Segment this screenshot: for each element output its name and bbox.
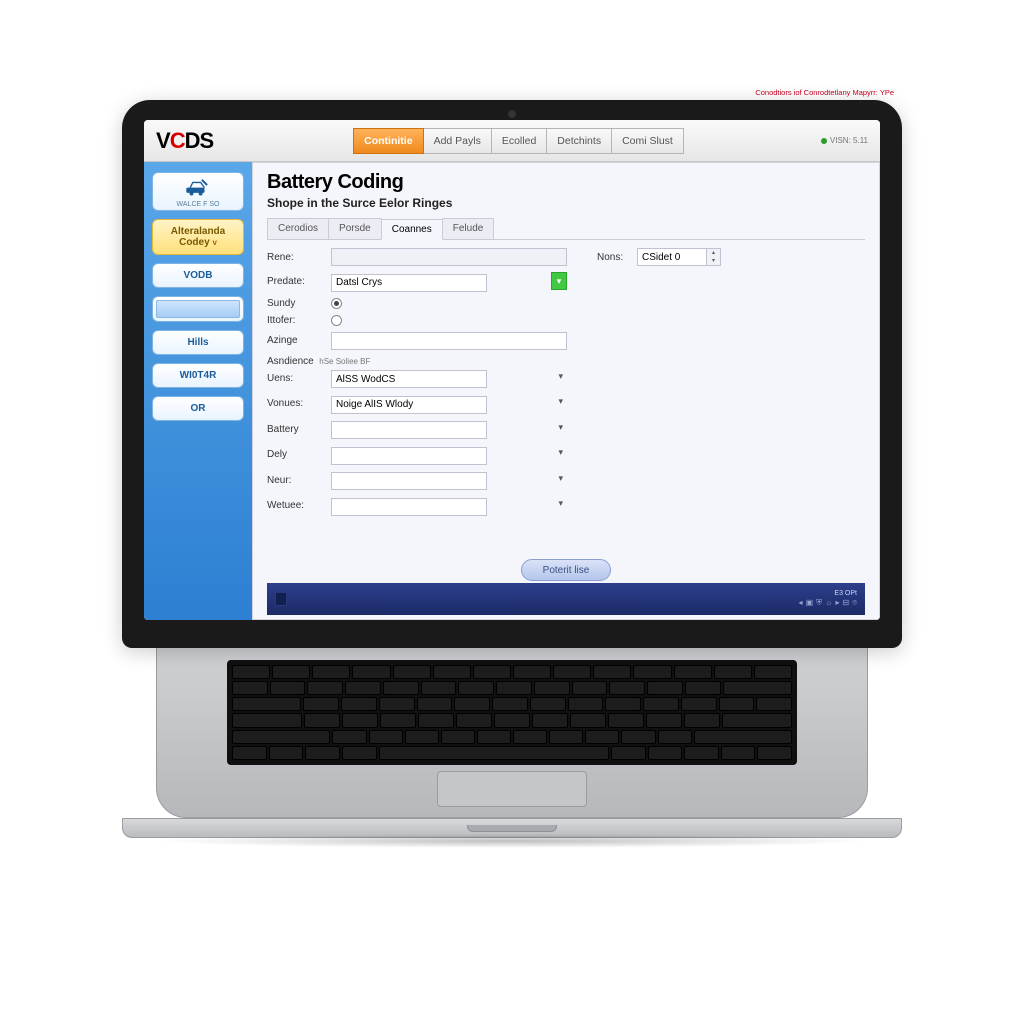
nav-detchints-button[interactable]: Detchints: [547, 128, 612, 154]
nav-add-button[interactable]: Add Payls: [424, 128, 492, 154]
nav-continue-button[interactable]: Continitie: [353, 128, 423, 154]
spin-up-icon[interactable]: ▴: [707, 249, 720, 257]
aziage-input[interactable]: [331, 332, 567, 350]
asndience-label: Asndience: [267, 356, 314, 367]
wetue-select[interactable]: [331, 498, 487, 516]
subtab-felude[interactable]: Felude: [442, 218, 495, 239]
nons-label: Nons:: [597, 252, 637, 263]
tray-net-icon[interactable]: ⌾: [852, 599, 857, 608]
asndience-section: Asndience hSe Soliee BF: [267, 356, 567, 367]
footer-meta-1: E3 OPt: [799, 590, 857, 598]
neur-label: Neur:: [267, 475, 331, 486]
sidebar-hills-tile[interactable]: Hills: [152, 330, 244, 355]
status-bar-flag-icon: [275, 592, 287, 606]
aziage-label: Azinge: [267, 335, 331, 346]
neur-select[interactable]: [331, 472, 487, 490]
spin-down-icon[interactable]: ▾: [707, 257, 720, 265]
top-nav: Continitie Add Payls Ecolled Detchints C…: [353, 128, 684, 154]
keyboard-icon: [227, 660, 797, 765]
tray-disk-icon[interactable]: ⊟: [842, 599, 849, 608]
sidebar-tool-tile[interactable]: WALCE F SO: [152, 172, 244, 211]
tray-shield-icon[interactable]: ⛨: [816, 599, 822, 608]
sidebar-code-tile[interactable]: Alteralanda Codey v: [152, 219, 244, 255]
page-subtitle: Shope in the Surce Eelor Ringes: [267, 196, 865, 210]
dely-label: Dely: [267, 449, 331, 460]
page-title: Battery Coding: [267, 171, 865, 194]
sundy-label: Sundy: [267, 298, 331, 309]
battery-select[interactable]: [331, 421, 487, 439]
main-panel: Battery Coding Shope in the Surce Eelor …: [252, 162, 880, 620]
logo-c: C: [170, 128, 185, 153]
rene-label: Rene:: [267, 252, 331, 263]
asndience-hint: hSe Soliee BF: [319, 357, 370, 366]
sidebar-code-line2: Codey: [179, 237, 210, 248]
sidebar-code-sub: v: [212, 238, 216, 247]
vonus-select[interactable]: [331, 396, 487, 414]
wetue-label: Wetuee:: [267, 500, 331, 511]
logo-v: V: [156, 128, 170, 153]
sidebar-code-line1: Alteralanda: [171, 226, 225, 237]
titlebar: VCDS Continitie Add Payls Ecolled Detchi…: [144, 120, 880, 162]
subtab-bar: Cerodios Porsde Coannes Felude: [267, 218, 865, 240]
logo-ds: DS: [185, 128, 214, 153]
form-area: Rene: Predate: ▾ Sun: [267, 240, 865, 553]
laptop-deck: [156, 648, 868, 818]
subtab-porsde[interactable]: Porsde: [328, 218, 382, 239]
subtab-coannes[interactable]: Coannes: [381, 219, 443, 240]
sundy-radio[interactable]: [331, 298, 342, 309]
tray-prev-icon[interactable]: ◂: [799, 599, 803, 608]
battery-label: Battery: [267, 424, 331, 435]
app-logo: VCDS: [156, 128, 213, 154]
rene-input[interactable]: [331, 248, 567, 266]
vonus-label: Vonues:: [267, 398, 331, 409]
nons-input[interactable]: [637, 248, 707, 266]
uens-select[interactable]: [331, 370, 487, 388]
connection-status: VISN: 5.11: [821, 136, 868, 145]
tray-settings-icon[interactable]: ☼: [825, 599, 832, 608]
status-text: VISN: 5.11: [830, 136, 868, 145]
trackpad-icon: [437, 771, 587, 807]
nav-ecolled-button[interactable]: Ecolled: [492, 128, 547, 154]
predate-label: Predate:: [267, 276, 331, 287]
dely-select[interactable]: [331, 447, 487, 465]
subtab-cerodios[interactable]: Cerodios: [267, 218, 329, 239]
nav-comi-button[interactable]: Comi Slust: [612, 128, 684, 154]
nons-stepper[interactable]: ▴▾: [707, 248, 721, 266]
status-dot-icon: [821, 138, 827, 144]
predate-dropdown-icon[interactable]: ▾: [551, 272, 567, 290]
sidebar-wiot-tile[interactable]: WI0T4R: [152, 363, 244, 388]
sidebar-card-tile[interactable]: [152, 296, 244, 322]
wrench-car-icon: [185, 177, 211, 197]
sidebar-tool-sublabel: WALCE F SO: [155, 201, 241, 208]
sidebar-vodb-tile[interactable]: VODB: [152, 263, 244, 288]
predate-select[interactable]: [331, 274, 487, 292]
sidebar-or-tile[interactable]: OR: [152, 396, 244, 421]
status-bar: E3 OPt ◂ ▣ ⛨ ☼ ▸ ⊟ ⌾: [267, 583, 865, 615]
card-icon: [156, 300, 240, 318]
tray-doc-icon[interactable]: ▣: [806, 599, 814, 608]
tray-play-icon[interactable]: ▸: [835, 599, 839, 608]
intofer-label: Ittofer:: [267, 315, 331, 326]
uens-label: Uens:: [267, 373, 331, 384]
sidebar: WALCE F SO Alteralanda Codey v VODB Hill…: [144, 162, 252, 620]
footer-tray-icons: ◂ ▣ ⛨ ☼ ▸ ⊟ ⌾: [799, 599, 857, 608]
intofer-radio[interactable]: [331, 315, 342, 326]
submit-button[interactable]: Poterit lise: [521, 559, 611, 581]
